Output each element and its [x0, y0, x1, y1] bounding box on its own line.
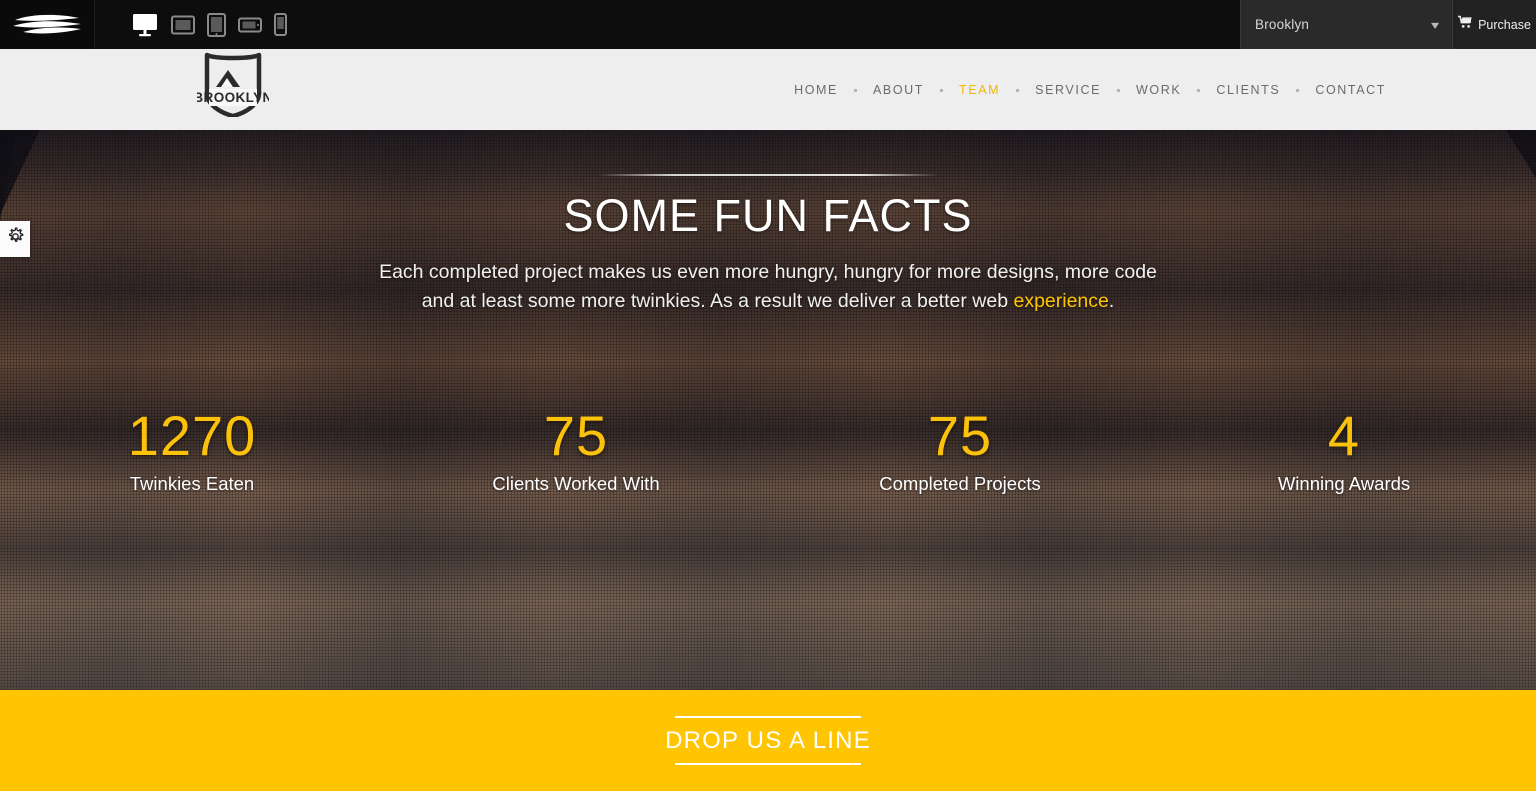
device-phone-portrait-button[interactable] — [274, 13, 287, 36]
nav-item-service[interactable]: SERVICE — [1035, 83, 1101, 97]
brand-logo[interactable]: BROOKLYN — [193, 43, 273, 117]
theme-select-value: Brooklyn — [1255, 17, 1310, 32]
page-title: SOME FUN FACTS — [563, 190, 973, 241]
nav-separator-dot — [1197, 89, 1201, 92]
counter-label: Clients Worked With — [492, 473, 660, 494]
counter-twinkies-eaten: 1270 Twinkies Eaten — [0, 405, 384, 495]
settings-panel-toggle[interactable] — [0, 221, 30, 257]
device-tablet-portrait-button[interactable] — [207, 12, 226, 37]
hero-title-rule — [598, 174, 938, 176]
shopping-cart-icon — [1458, 15, 1473, 34]
device-phone-landscape-button[interactable] — [238, 17, 262, 33]
envato-preview-topbar: Brooklyn ▾ Purchase — [0, 0, 1536, 49]
device-tablet-landscape-button[interactable] — [171, 15, 195, 35]
nav-item-home[interactable]: HOME — [794, 83, 838, 97]
nav-item-clients[interactable]: CLIENTS — [1216, 83, 1280, 97]
nav-item-team[interactable]: TEAM — [959, 83, 1000, 97]
drop-us-a-line-button[interactable]: DROP US A LINE — [661, 716, 875, 765]
nav-separator-dot — [1296, 89, 1300, 92]
counter-value: 75 — [927, 404, 993, 467]
cta-label: DROP US A LINE — [665, 727, 871, 754]
main-navigation[interactable]: HOME ABOUT TEAM SERVICE WORK CLIENTS CON… — [794, 49, 1386, 130]
purchase-label: Purchase — [1478, 17, 1531, 32]
envato-wave-logo-icon — [11, 11, 83, 39]
purchase-button[interactable]: Purchase — [1453, 0, 1536, 49]
counter-value: 1270 — [127, 404, 257, 467]
device-preview-switcher[interactable] — [95, 0, 287, 49]
cta-rule-bottom — [674, 763, 861, 765]
counter-winning-awards: 4 Winning Awards — [1152, 405, 1536, 495]
device-desktop-button[interactable] — [131, 12, 159, 38]
hero-description-accent: experience — [1013, 290, 1109, 312]
shield-mountain-logo-icon: BROOKLYN — [197, 43, 269, 117]
site-header: BROOKLYN HOME ABOUT TEAM SERVICE WORK CL… — [0, 49, 1536, 130]
theme-select[interactable]: Brooklyn ▾ — [1240, 0, 1453, 49]
nav-item-contact[interactable]: CONTACT — [1315, 83, 1386, 97]
chevron-down-icon: ▾ — [1430, 17, 1440, 32]
nav-separator-dot — [1117, 89, 1121, 92]
counter-value: 4 — [1327, 404, 1361, 467]
fun-facts-section: SOME FUN FACTS Each completed project ma… — [0, 130, 1536, 690]
nav-separator-dot — [940, 89, 944, 92]
fun-facts-counters: 1270 Twinkies Eaten 75 Clients Worked Wi… — [0, 405, 1536, 495]
call-to-action-bar: DROP US A LINE — [0, 690, 1536, 791]
counter-clients-worked-with: 75 Clients Worked With — [384, 405, 768, 495]
counter-label: Completed Projects — [879, 473, 1041, 494]
counter-label: Winning Awards — [1277, 473, 1411, 494]
counter-completed-projects: 75 Completed Projects — [768, 405, 1152, 495]
gear-icon — [6, 227, 25, 251]
counter-label: Twinkies Eaten — [129, 473, 255, 494]
hero-description-text-3: . — [1108, 290, 1115, 312]
nav-item-work[interactable]: WORK — [1136, 83, 1181, 97]
envato-logo[interactable] — [0, 0, 95, 49]
nav-item-about[interactable]: ABOUT — [873, 83, 924, 97]
hero-description: Each completed project makes us even mor… — [368, 258, 1168, 316]
nav-separator-dot — [853, 89, 857, 92]
counter-value: 75 — [543, 404, 609, 467]
svg-text:BROOKLYN: BROOKLYN — [197, 90, 269, 105]
nav-separator-dot — [1016, 89, 1020, 92]
